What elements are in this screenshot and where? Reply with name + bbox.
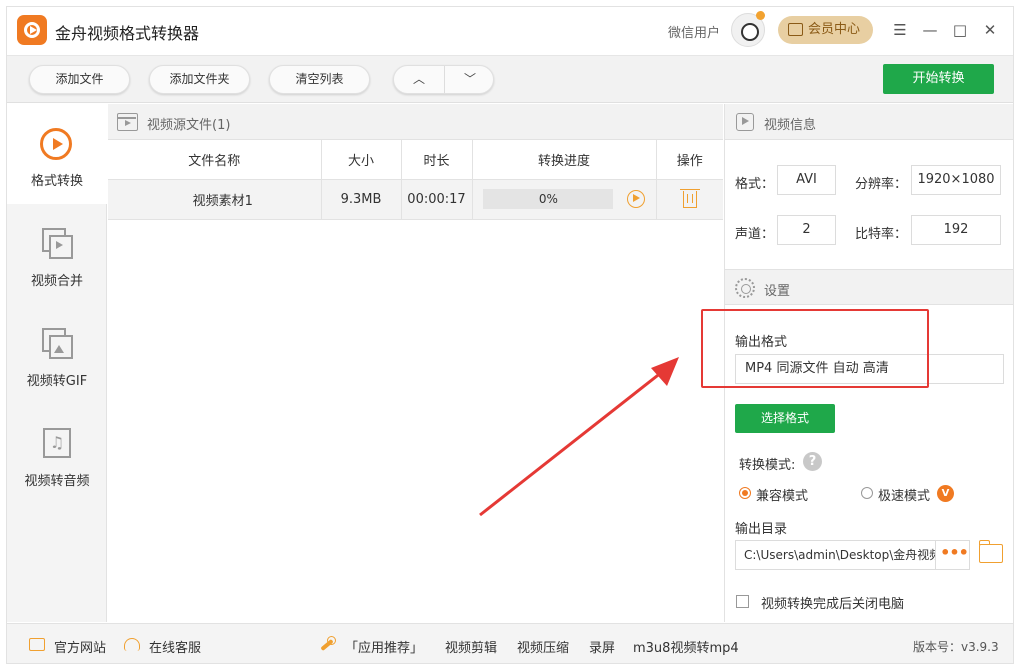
toolbar: 添加文件 添加文件夹 清空列表 ︿ ﹀ 开始转换: [7, 55, 1013, 103]
output-format-label: 输出格式: [735, 335, 788, 350]
avatar[interactable]: [731, 11, 765, 47]
format-label: 格式：: [735, 177, 775, 192]
link-video-edit[interactable]: 视频剪辑: [445, 637, 497, 656]
maximize-button[interactable]: □: [949, 19, 971, 41]
file-list-panel: 视频源文件(1) 文件名称 大小 时长 转换进度 操作 视频素材1 9.3MB: [108, 104, 723, 622]
website-icon: [29, 638, 45, 651]
channel-value: 2: [777, 215, 836, 245]
output-dir-label: 输出目录: [735, 522, 788, 537]
version-label: 版本号：v3.9.3: [913, 640, 999, 654]
audio-icon: ♫: [43, 428, 71, 458]
channel-label: 声道：: [735, 227, 775, 242]
crown-icon: [788, 23, 803, 36]
sidebar-item-label: 视频转音频: [24, 474, 90, 489]
minimize-button[interactable]: —: [919, 19, 941, 41]
progress-text: 0%: [538, 192, 558, 206]
clear-list-button[interactable]: 清空列表: [269, 65, 370, 94]
settings-title: 设置: [764, 284, 791, 299]
move-up-button[interactable]: ︿: [394, 66, 444, 93]
sidebar-item-label: 视频合并: [30, 274, 83, 289]
table-header-row: 文件名称 大小 时长 转换进度 操作: [108, 140, 723, 180]
convert-icon: [40, 128, 72, 160]
film-icon: [117, 113, 138, 131]
sidebar-item-video-merge[interactable]: 视频合并: [7, 204, 107, 304]
app-window: 金舟视频格式转换器 微信用户 会员中心 ☰ — □ ✕ 添加文件 添加文件夹 清…: [6, 6, 1014, 664]
close-button[interactable]: ✕: [979, 19, 1001, 41]
gear-icon: [735, 278, 755, 298]
column-header: 转换进度: [471, 140, 657, 180]
resolution-label: 分辨率：: [855, 177, 908, 192]
bitrate-label: 比特率：: [855, 227, 908, 242]
sidebar: 格式转换 视频合并 视频转GIF ♫ 视频转音频: [7, 104, 107, 622]
file-table: 文件名称 大小 时长 转换进度 操作 视频素材1 9.3MB 00:00:17 …: [108, 140, 723, 220]
settings-panel: 视频信息 格式： AVI 分辨率： 1920×1080 声道： 2 比特率： 1…: [724, 104, 1013, 622]
sidebar-item-format-convert[interactable]: 格式转换: [7, 104, 107, 204]
title-bar: 金舟视频格式转换器 微信用户 会员中心 ☰ — □ ✕: [7, 7, 1013, 55]
sidebar-item-label: 视频转GIF: [26, 374, 88, 389]
vip-center-button[interactable]: 会员中心: [778, 16, 873, 44]
link-screen-record[interactable]: 录屏: [589, 637, 615, 656]
file-name: 视频素材1: [108, 178, 322, 220]
file-duration: 00:00:17: [400, 178, 473, 220]
app-recommend-label: 「应用推荐」: [345, 641, 424, 656]
add-folder-button[interactable]: 添加文件夹: [149, 65, 250, 94]
table-row[interactable]: 视频素材1 9.3MB 00:00:17 0%: [108, 178, 723, 220]
folder-icon[interactable]: [978, 540, 1003, 563]
app-title: 金舟视频格式转换器: [55, 24, 200, 43]
play-icon[interactable]: [626, 190, 645, 208]
file-size: 9.3MB: [320, 178, 402, 220]
progress-cell: 0%: [471, 178, 657, 220]
sidebar-item-video-audio[interactable]: ♫ 视频转音频: [7, 404, 107, 504]
official-site-link[interactable]: 官方网站: [54, 637, 106, 656]
move-down-button[interactable]: ﹀: [445, 66, 495, 93]
video-info-title: 视频信息: [764, 118, 817, 133]
sidebar-item-label: 格式转换: [30, 174, 83, 189]
headset-icon: [124, 638, 140, 651]
format-value: AVI: [777, 165, 836, 195]
shutdown-checkbox[interactable]: [736, 595, 749, 608]
settings-header: 设置: [725, 269, 1013, 305]
column-header: 时长: [400, 140, 473, 180]
shutdown-label[interactable]: 视频转换完成后关闭电脑: [761, 593, 904, 612]
output-dir-field: C:\Users\admin\Desktop\金舟视频格式转换器 •••: [735, 540, 970, 570]
column-header: 操作: [655, 140, 723, 180]
resolution-value: 1920×1080: [911, 165, 1001, 195]
gif-icon: [42, 328, 73, 359]
output-dir-path[interactable]: C:\Users\admin\Desktop\金舟视频格式转换器: [736, 541, 936, 569]
action-cell: [655, 178, 723, 220]
output-format-field[interactable]: MP4 同源文件 自动 高清: [735, 354, 1004, 384]
user-name[interactable]: 微信用户: [668, 22, 720, 41]
source-title: 视频源文件(1): [147, 118, 231, 133]
progress-bar: 0%: [483, 189, 614, 209]
convert-mode-label: 转换模式:: [739, 458, 796, 473]
source-header: 视频源文件(1): [108, 104, 723, 140]
online-service-link[interactable]: 在线客服: [149, 637, 201, 656]
video-info-icon: [736, 113, 754, 131]
link-m3u8-to-mp4[interactable]: m3u8视频转mp4: [633, 637, 739, 656]
app-logo-icon: [17, 15, 47, 45]
sidebar-item-video-gif[interactable]: 视频转GIF: [7, 304, 107, 404]
start-convert-button[interactable]: 开始转换: [883, 64, 994, 94]
help-icon[interactable]: ?: [803, 452, 822, 471]
footer: 官方网站 在线客服 「应用推荐」 视频剪辑 视频压缩 录屏 m3u8视频转mp4…: [7, 623, 1013, 663]
vip-center-label: 会员中心: [808, 22, 861, 37]
column-header: 文件名称: [108, 140, 322, 180]
compatible-mode-radio[interactable]: [739, 487, 751, 499]
add-file-button[interactable]: 添加文件: [29, 65, 130, 94]
reorder-group: ︿ ﹀: [393, 65, 494, 94]
choose-format-button[interactable]: 选择格式: [735, 404, 835, 433]
compatible-mode-label[interactable]: 兼容模式: [756, 485, 808, 504]
video-info-header: 视频信息: [725, 104, 1013, 140]
link-video-compress[interactable]: 视频压缩: [517, 637, 569, 656]
fast-mode-label[interactable]: 极速模式: [878, 485, 930, 504]
trash-icon[interactable]: [679, 188, 700, 208]
menu-icon[interactable]: ☰: [889, 19, 911, 41]
bitrate-value: 192: [911, 215, 1001, 245]
browse-dir-button[interactable]: •••: [938, 541, 970, 569]
merge-icon: [42, 228, 73, 259]
recommend-icon: [318, 635, 336, 653]
vip-badge-icon: V: [937, 485, 954, 502]
fast-mode-radio[interactable]: [861, 487, 873, 499]
column-header: 大小: [320, 140, 402, 180]
